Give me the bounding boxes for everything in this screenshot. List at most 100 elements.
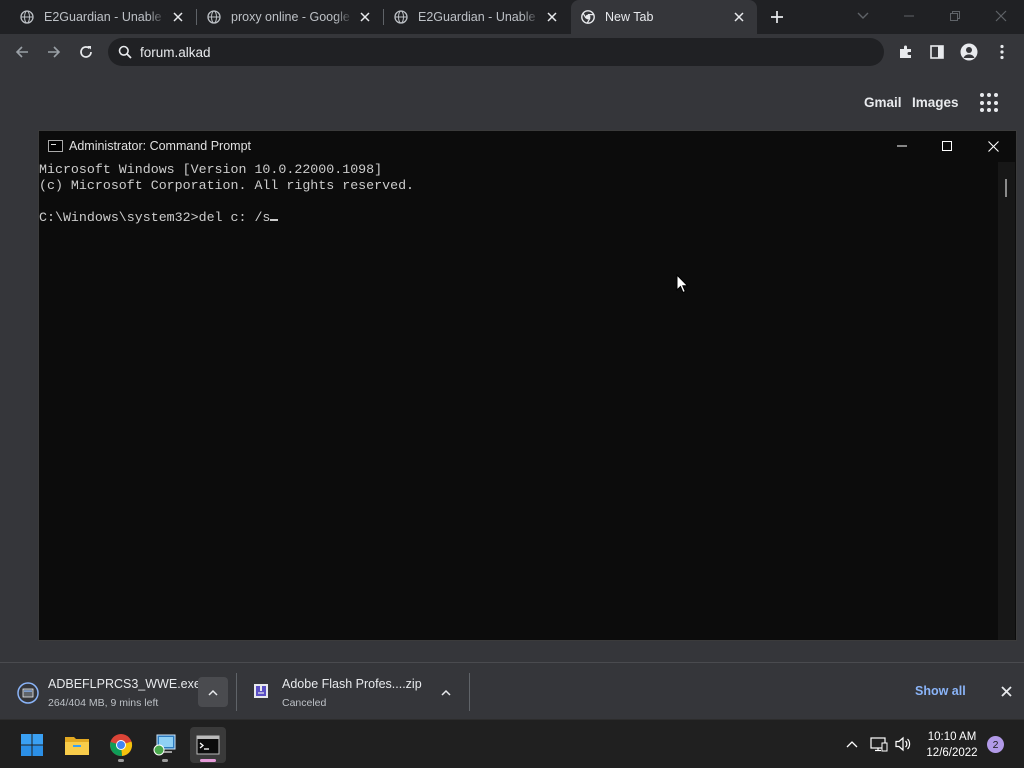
maximize-icon xyxy=(942,141,952,151)
puzzle-icon xyxy=(900,45,911,58)
download-filename: Adobe Flash Profes....zip xyxy=(282,677,422,691)
close-window-button[interactable] xyxy=(978,2,1024,30)
globe-icon xyxy=(394,10,408,24)
file-explorer-button[interactable] xyxy=(59,727,95,763)
google-apps-icon[interactable] xyxy=(980,93,1000,113)
back-button[interactable] xyxy=(8,38,36,66)
search-icon xyxy=(118,45,132,59)
tab-title: E2Guardian - Unable to xyxy=(44,10,166,24)
download-shelf: ADBEFLPRCS3_WWE.exe 264/404 MB, 9 mins l… xyxy=(0,662,1024,719)
close-icon[interactable] xyxy=(170,9,186,25)
arrow-right-icon xyxy=(48,46,61,58)
cmd-minimize-button[interactable] xyxy=(879,131,925,161)
download-options-button[interactable] xyxy=(198,677,228,707)
gmail-link[interactable]: Gmail xyxy=(864,95,902,110)
minimize-icon xyxy=(904,15,914,17)
close-icon xyxy=(987,140,999,152)
close-icon[interactable] xyxy=(357,9,373,25)
close-shelf-button[interactable] xyxy=(996,681,1016,701)
running-indicator xyxy=(200,759,216,762)
tab-proxy-online[interactable]: proxy online - Google Search xyxy=(197,0,383,34)
tab-title: E2Guardian - Unable to xyxy=(418,10,540,24)
download-options-button[interactable] xyxy=(431,677,461,707)
new-tab-button[interactable] xyxy=(766,6,788,28)
system-clock[interactable]: 10:10 AM 12/6/2022 xyxy=(917,729,987,761)
command-prompt-window[interactable]: Administrator: Command Prompt Microsoft … xyxy=(38,130,1017,641)
tab-title: New Tab xyxy=(605,10,654,24)
download-status: Canceled xyxy=(282,697,327,709)
side-panel-icon xyxy=(930,45,944,59)
chrome-taskbar-button[interactable] xyxy=(103,727,139,763)
side-panel-button[interactable] xyxy=(923,38,951,66)
chrome-icon xyxy=(110,734,133,757)
minimize-button[interactable] xyxy=(886,2,932,30)
network-tool-button[interactable] xyxy=(147,727,183,763)
address-input[interactable] xyxy=(140,44,840,60)
tab-strip: E2Guardian - Unable to proxy online - Go… xyxy=(0,0,1024,34)
network-icon xyxy=(870,737,888,752)
notification-badge[interactable]: 2 xyxy=(987,736,1004,753)
windows-start-icon xyxy=(21,734,43,756)
profile-icon xyxy=(960,43,978,61)
download-status: 264/404 MB, 9 mins left xyxy=(48,697,159,709)
profile-button[interactable] xyxy=(955,38,983,66)
scrollbar-thumb[interactable] xyxy=(1005,179,1007,197)
plus-icon xyxy=(771,11,783,23)
installer-icon xyxy=(17,682,39,709)
zip-icon xyxy=(253,683,269,704)
minimize-icon xyxy=(897,145,907,147)
tab-search-button[interactable] xyxy=(840,2,886,30)
reload-icon xyxy=(80,46,92,58)
cmd-close-button[interactable] xyxy=(970,131,1016,161)
console-output[interactable]: Microsoft Windows [Version 10.0.22000.10… xyxy=(39,162,999,640)
address-bar[interactable] xyxy=(108,38,884,66)
download-item[interactable]: ADBEFLPRCS3_WWE.exe 264/404 MB, 9 mins l… xyxy=(0,663,236,720)
start-button[interactable] xyxy=(14,727,50,763)
volume-button[interactable] xyxy=(893,734,913,754)
tab-title: proxy online - Google Search xyxy=(231,10,353,24)
download-filename: ADBEFLPRCS3_WWE.exe xyxy=(48,677,201,691)
volume-icon xyxy=(895,736,911,752)
close-icon[interactable] xyxy=(731,9,747,25)
arrow-left-icon xyxy=(15,46,28,58)
command-prompt-taskbar-button[interactable] xyxy=(190,727,226,763)
tab-e2guardian-2[interactable]: E2Guardian - Unable to xyxy=(384,0,570,34)
close-icon xyxy=(995,10,1007,22)
extensions-button[interactable] xyxy=(892,38,920,66)
command-prompt-icon xyxy=(48,140,63,152)
chevron-up-icon xyxy=(208,689,218,696)
show-all-link[interactable]: Show all xyxy=(915,684,966,698)
show-hidden-icons-button[interactable] xyxy=(842,734,862,754)
console-scrollbar[interactable] xyxy=(998,162,1015,640)
images-link[interactable]: Images xyxy=(912,95,959,110)
cmd-title-bar[interactable]: Administrator: Command Prompt xyxy=(39,131,1016,161)
mouse-pointer-icon xyxy=(676,274,689,294)
chevron-up-icon xyxy=(846,741,858,748)
reload-button[interactable] xyxy=(72,38,100,66)
running-indicator xyxy=(162,759,168,762)
restore-icon xyxy=(950,11,960,21)
globe-icon xyxy=(207,10,221,24)
more-vertical-icon xyxy=(1000,44,1004,60)
taskbar: 10:10 AM 12/6/2022 2 xyxy=(0,719,1024,768)
tab-new-tab[interactable]: New Tab xyxy=(571,0,757,34)
shelf-divider xyxy=(469,673,470,711)
tab-e2guardian-1[interactable]: E2Guardian - Unable to xyxy=(0,0,196,34)
command-prompt-icon xyxy=(196,735,220,755)
download-item[interactable]: Adobe Flash Profes....zip Canceled xyxy=(237,663,469,720)
network-status-button[interactable] xyxy=(869,734,889,754)
chrome-icon xyxy=(581,10,595,24)
file-explorer-icon xyxy=(65,737,89,755)
text-cursor xyxy=(270,219,279,221)
chevron-down-icon xyxy=(857,12,869,19)
globe-icon xyxy=(20,10,34,24)
console-command: C:\Windows\system32>del c: /s xyxy=(39,210,271,225)
menu-button[interactable] xyxy=(988,38,1016,66)
close-icon[interactable] xyxy=(544,9,560,25)
cmd-maximize-button[interactable] xyxy=(924,131,970,161)
chevron-up-icon xyxy=(441,689,451,696)
screen: E2Guardian - Unable to proxy online - Go… xyxy=(0,0,1024,768)
forward-button[interactable] xyxy=(40,38,68,66)
restore-button[interactable] xyxy=(932,2,978,30)
console-line: Microsoft Windows [Version 10.0.22000.10… xyxy=(39,162,383,177)
